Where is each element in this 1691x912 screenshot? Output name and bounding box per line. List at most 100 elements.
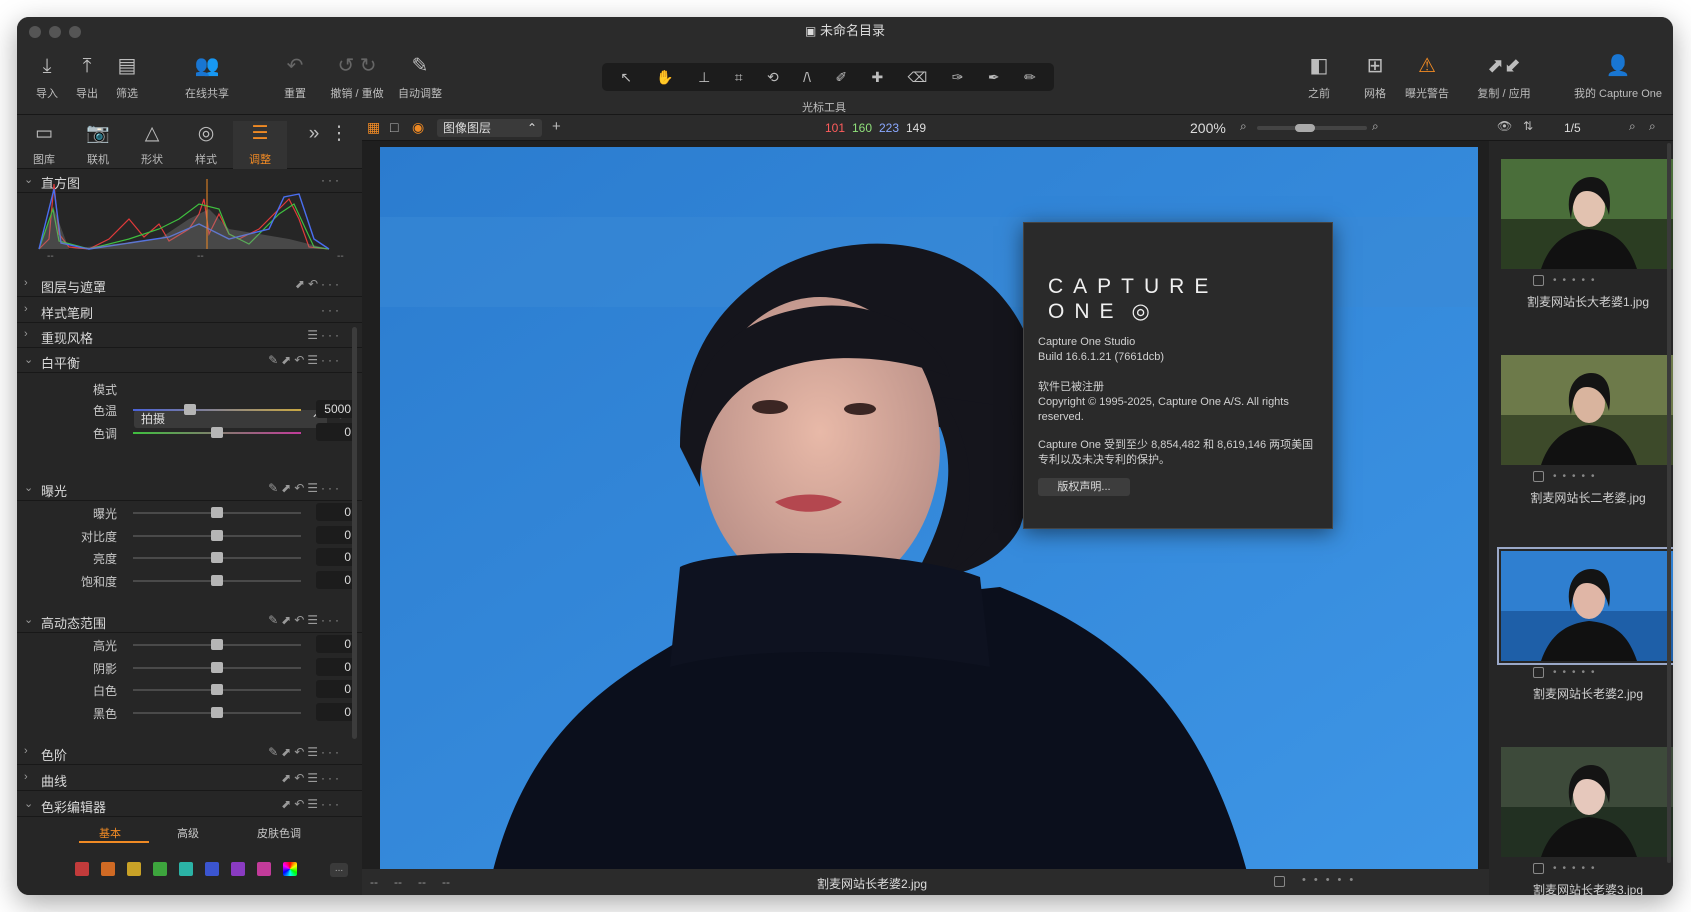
select-cursor-icon[interactable]: ↖ [620,69,632,86]
tab-basic[interactable]: 基本 [99,825,121,841]
slider-knob[interactable] [211,507,223,518]
single-view-icon[interactable]: □ [390,119,398,135]
swatch-all[interactable] [283,862,297,876]
close-button[interactable] [29,26,41,38]
zoom-in-icon[interactable]: ⌕ [1372,119,1379,134]
slider-knob[interactable] [211,639,223,650]
zoom-button[interactable] [69,26,81,38]
heal-icon[interactable]: ✚ [871,69,883,86]
wb-slider-track[interactable] [133,404,301,415]
section-actions-icon[interactable]: ⬈↶☰··· [281,771,342,785]
levels-header[interactable]: › 色阶 ✎⬈↶☰··· [17,741,362,765]
swatch-yellow[interactable] [127,862,141,876]
my-account-button[interactable]: 👤 我的 Capture One [1569,51,1667,101]
exposure-slider-track[interactable] [133,507,301,518]
slider-knob[interactable] [211,706,223,718]
white-balance-header[interactable]: ⌄ 白平衡 ✎⬈↶☰··· [17,349,362,373]
exposure-slider-track[interactable] [133,529,301,541]
section-actions-icon[interactable]: ✎⬈↶☰··· [268,481,342,495]
tab-skin-tone[interactable]: 皮肤色调 [257,825,301,841]
hdr-slider-value[interactable]: 0 [316,657,356,676]
slider-knob[interactable] [184,404,197,415]
slider-knob[interactable] [211,552,223,563]
rotate-icon[interactable]: ⟲ [767,69,779,86]
section-actions-icon[interactable]: ✎⬈↶☰··· [268,745,342,759]
wb-slider-track[interactable] [133,426,301,438]
thumbnail-item[interactable]: ••••• 割麦网站长老婆2.jpg [1496,541,1673,721]
sort-icon[interactable]: ⇅ [1523,119,1533,133]
add-layer-icon[interactable]: + [552,118,561,135]
section-actions-icon[interactable]: ☰··· [307,328,342,342]
rating-stars[interactable]: ••••• [1553,863,1601,874]
more-tabs-button[interactable]: » [299,121,329,147]
thumbnail-checkbox[interactable] [1533,667,1544,678]
picker-icon[interactable]: ✒ [988,69,1000,86]
exposure-header[interactable]: ⌄ 曝光 ✎⬈↶☰··· [17,477,362,501]
exposure-slider-value[interactable]: 0 [316,548,356,566]
select-checkbox[interactable] [1274,876,1285,887]
hdr-slider-value[interactable]: 0 [316,702,356,721]
eraser-icon[interactable]: ⌫ [908,69,928,86]
export-button[interactable]: ⤒ 导出 [67,51,107,101]
exposure-slider-value[interactable]: 0 [316,570,356,589]
thumbnail-image[interactable] [1501,747,1673,857]
hdr-slider-track[interactable] [133,661,301,673]
thumbnail-checkbox[interactable] [1533,275,1544,286]
more-button[interactable]: ... [330,863,348,877]
exposure-slider-value[interactable]: 0 [316,503,356,521]
zoom-out-icon[interactable]: ⌕ [1240,119,1247,134]
exposure-slider-track[interactable] [133,574,301,586]
before-button[interactable]: ◧ 之前 [1299,51,1339,101]
thumbnail-checkbox[interactable] [1533,863,1544,874]
keystone-icon[interactable]: /\ [803,69,811,85]
exposure-warning-button[interactable]: ⚠ 曝光警告 [1402,51,1452,101]
auto-adjust-button[interactable]: ✎ 自动调整 [395,51,445,101]
tab-style[interactable]: ◎ 样式 [179,121,233,167]
slider-knob[interactable] [211,574,223,586]
exposure-slider-value[interactable]: 0 [316,525,356,544]
swatch-magenta[interactable] [257,862,271,876]
tab-advanced[interactable]: 高级 [177,825,199,841]
crop-icon[interactable]: ⌗ [735,69,743,86]
style-header[interactable]: › 重现风格 ☰··· [17,324,362,348]
brush-icon[interactable]: ✐ [835,69,847,86]
wb-slider-value[interactable]: 5000 [316,400,356,418]
swatch-blue[interactable] [205,862,219,876]
search-icon[interactable]: ⌕ [1629,119,1636,134]
thumbnail-image[interactable] [1501,159,1673,269]
more-icon[interactable]: ··· [321,303,342,317]
slider-knob[interactable] [211,529,223,541]
thumbnail-image[interactable] [1501,355,1673,465]
hdr-slider-track[interactable] [133,706,301,718]
section-actions-icon[interactable]: ⬈↶☰··· [281,797,342,811]
slider-knob[interactable] [211,684,223,695]
thumbnail-image[interactable] [1497,547,1673,665]
pan-hand-icon[interactable]: ✋ [656,69,673,86]
section-actions-icon[interactable]: ✎⬈↶☰··· [268,613,342,627]
copy-apply-button[interactable]: ⬈⬋ 复制 / 应用 [1469,51,1539,101]
hdr-slider-track[interactable] [133,639,301,650]
curve-header[interactable]: › 曲线 ⬈↶☰··· [17,767,362,791]
zoom-thumbs-icon[interactable]: ⌕ [1649,119,1656,134]
undo-redo-button[interactable]: ↺ ↻ 撤销 / 重做 [322,51,392,101]
hdr-slider-value[interactable]: 0 [316,680,356,698]
zoom-slider-knob[interactable] [1295,124,1315,132]
license-button[interactable]: 版权声明... [1038,478,1130,496]
slider-knob[interactable] [211,661,223,673]
browser-scrollbar[interactable] [1667,143,1671,863]
thumbnail-item[interactable]: ••••• 割麦网站长老婆3.jpg [1496,737,1673,895]
hdr-slider-value[interactable]: 0 [316,635,356,653]
multi-view-icon[interactable]: ▦ [367,119,380,136]
layers-header[interactable]: › 图层与遮罩 ⬈↶··· [17,273,362,297]
swatch-cyan[interactable] [179,862,193,876]
thumbnail-item[interactable]: ••••• 割麦网站长大老婆1.jpg [1496,149,1673,329]
tab-menu-button[interactable]: ⋮ [329,121,349,147]
gradient-icon[interactable]: ✑ [952,69,964,86]
stamp-icon[interactable]: ⊥ [698,69,710,86]
tab-shape[interactable]: △ 形状 [125,121,179,167]
rating-stars[interactable]: ••••• [1553,275,1601,286]
thumbnail-item[interactable]: ••••• 割麦网站长二老婆.jpg [1496,345,1673,525]
import-button[interactable]: ⤓ 导入 [27,51,67,101]
style-brush-header[interactable]: › 样式笔刷 ··· [17,299,362,323]
section-actions-icon[interactable]: ✎⬈↶☰··· [268,353,342,367]
